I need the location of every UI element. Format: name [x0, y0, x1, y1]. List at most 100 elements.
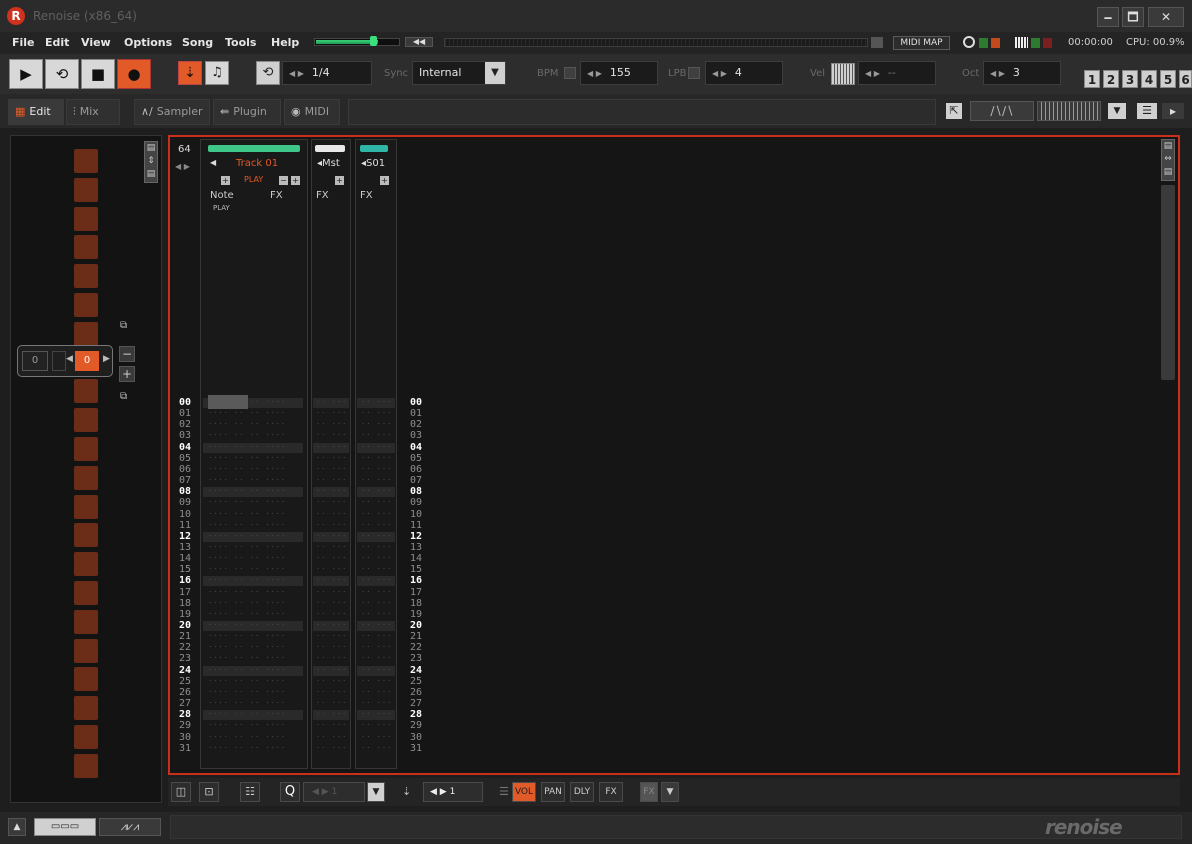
pattern-cell-row[interactable]: ···· ·· ·· ···· — [208, 497, 300, 508]
scope-toggle[interactable] — [871, 37, 883, 48]
pattern-cell-row[interactable]: ·· ··· — [316, 486, 346, 497]
pattern-cell-row[interactable]: ·· ··· — [316, 464, 346, 475]
sequence-options-icon[interactable]: ⧉ — [120, 391, 127, 402]
pattern-cell-row[interactable]: ···· ·· ·· ···· — [208, 609, 300, 620]
sequence-slot[interactable] — [74, 206, 98, 231]
pattern-cell-row[interactable]: ·· ··· — [316, 575, 346, 586]
pattern-cell-row[interactable]: ·· ··· — [316, 509, 346, 520]
menu-view[interactable]: View — [81, 36, 111, 49]
pattern-cell-row[interactable]: ···· ·· ·· ···· — [208, 408, 300, 419]
tab-midi[interactable]: ◉ MIDI — [284, 99, 340, 125]
pattern-cell-row[interactable]: ·· ··· — [316, 653, 346, 664]
tab-sampler[interactable]: ∧∕ Sampler — [134, 99, 210, 125]
sample-fx-toggle[interactable]: FX — [640, 782, 658, 802]
sequence-slot[interactable] — [74, 523, 98, 548]
tab-edit[interactable]: ▦ Edit — [8, 99, 64, 125]
follow-player-button[interactable]: ⇣ — [178, 61, 202, 85]
sequence-current-slot[interactable]: 0 — [75, 351, 99, 371]
quantize-spinner[interactable]: ◀ ▶ 1 — [303, 782, 365, 802]
sequence-slot[interactable] — [74, 264, 98, 289]
master-volume-knob[interactable] — [370, 36, 377, 46]
pattern-cell-row[interactable]: ···· ·· ·· ···· — [208, 486, 300, 497]
layout-preset-5[interactable]: 5 — [1160, 70, 1176, 88]
pattern-cell-row[interactable]: ·· ··· — [361, 397, 391, 408]
track-01-add-column[interactable]: + — [221, 176, 230, 185]
pattern-cell-row[interactable]: ·· ··· — [316, 408, 346, 419]
send-track-name[interactable]: ◂S01 — [361, 158, 385, 169]
pattern-cell-row[interactable]: ·· ··· — [316, 709, 346, 720]
pattern-cell-row[interactable]: ·· ··· — [316, 642, 346, 653]
pattern-cell-row[interactable]: ···· ·· ·· ···· — [208, 453, 300, 464]
pattern-cell-row[interactable]: ·· ··· — [361, 564, 391, 575]
keyboard-icon[interactable] — [1015, 37, 1028, 48]
sequence-slot[interactable] — [74, 753, 98, 778]
menu-tools[interactable]: Tools — [225, 36, 256, 49]
detach-icon[interactable]: ⇱ — [946, 103, 962, 119]
pattern-cell-row[interactable]: ···· ·· ·· ···· — [208, 430, 300, 441]
sample-fx-dropdown-arrow[interactable]: ▼ — [661, 782, 679, 802]
pattern-cell-row[interactable]: ···· ·· ·· ···· — [208, 542, 300, 553]
pattern-cell-row[interactable]: ·· ··· — [361, 665, 391, 676]
pattern-cell-row[interactable]: ·· ··· — [316, 520, 346, 531]
menu-edit[interactable]: Edit — [45, 36, 69, 49]
pattern-cell-row[interactable]: ···· ·· ·· ···· — [208, 698, 300, 709]
pattern-cell-row[interactable]: ···· ·· ·· ···· — [208, 553, 300, 564]
seq-prev-icon[interactable]: ◀ — [66, 354, 73, 364]
pattern-cell-row[interactable]: ···· ·· ·· ···· — [208, 676, 300, 687]
menu-options[interactable]: Options — [124, 36, 172, 49]
sequence-slot[interactable] — [74, 177, 98, 202]
pattern-cell-row[interactable]: ···· ·· ·· ···· — [208, 575, 300, 586]
block-size-spinner[interactable]: ◀ ▶ 1/4 — [282, 61, 372, 85]
close-button[interactable]: ✕ — [1148, 7, 1184, 27]
sequence-slot[interactable] — [74, 235, 98, 260]
pattern-cell-row[interactable]: ·· ··· — [361, 575, 391, 586]
pattern-cell-row[interactable]: ·· ··· — [316, 419, 346, 430]
sync-dropdown-arrow[interactable]: ▼ — [485, 62, 505, 84]
layout-preset-6[interactable]: 6 — [1179, 70, 1192, 88]
pattern-cell-row[interactable]: ·· ··· — [361, 464, 391, 475]
automation-view-button[interactable]: ∕∖∕∖ — [970, 101, 1034, 121]
pattern-cell-row[interactable]: ·· ··· — [361, 486, 391, 497]
sequence-slot[interactable] — [74, 437, 98, 461]
track-dsps-view-button[interactable]: ▭▭▭ — [34, 818, 96, 836]
volume-column-toggle[interactable]: VOL — [512, 782, 536, 802]
master-mute-button[interactable]: ◀◀ — [405, 37, 433, 47]
pattern-cell-row[interactable]: ·· ··· — [316, 553, 346, 564]
velocity-spinner[interactable]: ◀ ▶ -- — [858, 61, 936, 85]
panning-column-toggle[interactable]: PAN — [541, 782, 565, 802]
pattern-cell-row[interactable]: ·· ··· — [361, 609, 391, 620]
pattern-cell-row[interactable]: ·· ··· — [316, 497, 346, 508]
sequencer-scroll-handle[interactable]: ▤ ⇕ ▤ — [144, 141, 158, 183]
layout-preset-1[interactable]: 1 — [1084, 70, 1100, 88]
pattern-cell-row[interactable]: ·· ··· — [361, 475, 391, 486]
pattern-cell-row[interactable]: ···· ·· ·· ···· — [208, 464, 300, 475]
pattern-cell-row[interactable]: ·· ··· — [316, 743, 346, 754]
minimize-button[interactable]: 🗕 — [1097, 7, 1119, 27]
pattern-cell-row[interactable]: ·· ··· — [316, 531, 346, 542]
velocity-icon[interactable] — [831, 63, 855, 85]
master-add-fx[interactable]: + — [335, 176, 344, 185]
pattern-cell-row[interactable]: ·· ··· — [361, 509, 391, 520]
pattern-cell-row[interactable]: ·· ··· — [316, 720, 346, 731]
pattern-cell-row[interactable]: ···· ·· ·· ···· — [208, 509, 300, 520]
remove-sequence-button[interactable]: − — [119, 346, 135, 362]
sequence-slot[interactable] — [74, 725, 98, 749]
clone-sequence-icon[interactable]: ⧉ — [120, 320, 127, 331]
pattern-cell-row[interactable]: ·· ··· — [361, 620, 391, 631]
octave-spinner[interactable]: ◀ ▶ 3 — [983, 61, 1061, 85]
pattern-cell-row[interactable]: ·· ··· — [316, 676, 346, 687]
sequence-slot[interactable] — [74, 293, 98, 317]
add-sequence-button[interactable]: + — [119, 366, 135, 382]
pattern-cell-row[interactable]: ·· ··· — [316, 453, 346, 464]
sequence-slot[interactable] — [74, 379, 98, 404]
pattern-cell-row[interactable]: ···· ·· ·· ···· — [208, 620, 300, 631]
stop-button[interactable]: ■ — [81, 59, 115, 89]
pattern-cell-row[interactable]: ·· ··· — [361, 453, 391, 464]
pattern-cell-row[interactable]: ···· ·· ·· ···· — [208, 631, 300, 642]
pattern-cell-row[interactable]: ·· ··· — [316, 631, 346, 642]
pattern-cell-row[interactable]: ·· ··· — [361, 419, 391, 430]
pattern-cell-row[interactable]: ·· ··· — [316, 475, 346, 486]
pattern-cell-row[interactable]: ···· ·· ·· ···· — [208, 419, 300, 430]
edit-step-spinner[interactable]: ◀ ▶ 1 — [423, 782, 483, 802]
bpm-toggle[interactable] — [564, 67, 576, 79]
